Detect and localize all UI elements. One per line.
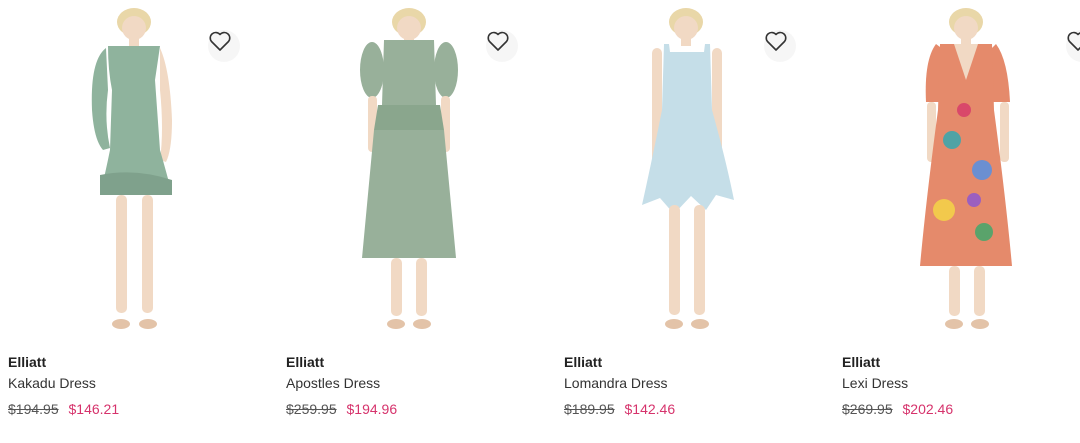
product-image[interactable] <box>278 0 548 340</box>
product-price: $259.95 $194.96 <box>286 399 548 419</box>
product-brand[interactable]: Elliatt <box>286 352 548 372</box>
product-image[interactable] <box>556 0 826 340</box>
product-card[interactable]: Elliatt Apostles Dress $259.95 $194.96 <box>278 0 548 443</box>
product-price: $189.95 $142.46 <box>564 399 826 419</box>
product-info[interactable]: Elliatt Apostles Dress $259.95 $194.96 <box>286 352 548 419</box>
product-brand[interactable]: Elliatt <box>842 352 1080 372</box>
original-price: $269.95 <box>842 401 893 417</box>
product-card[interactable]: Elliatt Kakadu Dress $194.95 $146.21 <box>0 0 270 443</box>
product-name[interactable]: Apostles Dress <box>286 373 548 393</box>
product-info[interactable]: Elliatt Lexi Dress $269.95 $202.46 <box>842 352 1080 419</box>
product-brand[interactable]: Elliatt <box>8 352 270 372</box>
product-name[interactable]: Kakadu Dress <box>8 373 270 393</box>
product-info[interactable]: Elliatt Lomandra Dress $189.95 $142.46 <box>564 352 826 419</box>
wishlist-button[interactable] <box>764 30 796 62</box>
original-price: $194.95 <box>8 401 59 417</box>
product-brand[interactable]: Elliatt <box>564 352 826 372</box>
sale-price: $142.46 <box>624 401 676 417</box>
product-info[interactable]: Elliatt Kakadu Dress $194.95 $146.21 <box>8 352 270 419</box>
original-price: $259.95 <box>286 401 337 417</box>
sale-price: $202.46 <box>902 401 954 417</box>
product-price: $194.95 $146.21 <box>8 399 270 419</box>
product-grid: Elliatt Kakadu Dress $194.95 $146.21 Ell… <box>0 0 1080 443</box>
original-price: $189.95 <box>564 401 615 417</box>
product-price: $269.95 $202.46 <box>842 399 1080 419</box>
product-image[interactable] <box>0 0 270 340</box>
wishlist-button[interactable] <box>486 30 518 62</box>
product-name[interactable]: Lexi Dress <box>842 373 1080 393</box>
product-card[interactable]: Elliatt Lexi Dress $269.95 $202.46 <box>834 0 1080 443</box>
product-name[interactable]: Lomandra Dress <box>564 373 826 393</box>
sale-price: $146.21 <box>68 401 120 417</box>
sale-price: $194.96 <box>346 401 398 417</box>
product-card[interactable]: Elliatt Lomandra Dress $189.95 $142.46 <box>556 0 826 443</box>
product-image[interactable] <box>834 0 1080 340</box>
wishlist-button[interactable] <box>208 30 240 62</box>
